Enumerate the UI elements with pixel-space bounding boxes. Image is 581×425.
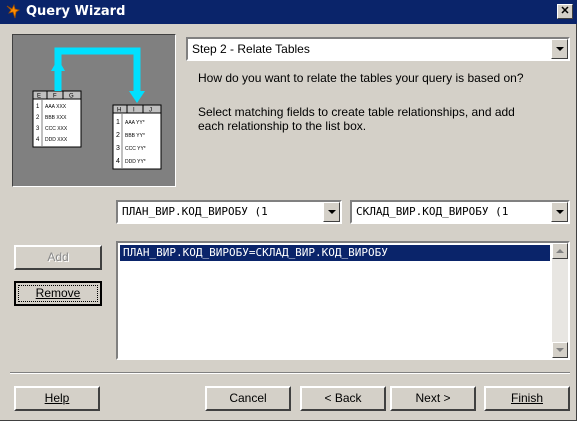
step-dropdown-value: Step 2 - Relate Tables	[192, 42, 310, 56]
separator	[10, 372, 570, 374]
svg-text:DDD YY*: DDD YY*	[125, 159, 146, 165]
remove-button[interactable]: Remove	[14, 281, 102, 306]
cancel-button[interactable]: Cancel	[205, 386, 291, 411]
svg-text:AAA XXX: AAA XXX	[45, 104, 67, 110]
query-wizard-window: Query Wizard ✕ E F G 1 AAA XXX 2 BBB XXX…	[0, 0, 577, 421]
svg-text:4: 4	[116, 158, 120, 165]
back-button[interactable]: < Back	[300, 386, 386, 411]
finish-button[interactable]: Finish	[484, 386, 570, 411]
right-table-header: H	[117, 108, 121, 114]
svg-text:F: F	[53, 94, 57, 100]
svg-text:BBB XXX: BBB XXX	[45, 115, 67, 121]
window-title: Query Wizard	[26, 4, 126, 19]
help-button[interactable]: Help	[14, 386, 100, 411]
add-button-label: Add	[47, 250, 69, 264]
next-button[interactable]: Next >	[390, 386, 476, 411]
svg-text:3: 3	[116, 145, 120, 152]
svg-text:CCC YY*: CCC YY*	[125, 146, 146, 152]
svg-text:G: G	[69, 94, 74, 100]
relationships-listbox[interactable]: ПЛАН_ВИР.КОД_ВИРОБУ=СКЛАД_ВИР.КОД_ВИРОБУ	[116, 241, 570, 360]
close-button[interactable]: ✕	[557, 4, 573, 19]
svg-text:CCC XXX: CCC XXX	[45, 126, 68, 132]
wizard-app-icon	[6, 4, 20, 19]
help-button-label: Help	[44, 391, 70, 405]
left-table-header: E	[37, 94, 41, 100]
dropdown-arrow-icon[interactable]	[551, 202, 568, 222]
svg-text:J: J	[149, 108, 152, 114]
relationship-illustration: E F G 1 AAA XXX 2 BBB XXX 3 CCC XXX 4 DD…	[12, 34, 176, 187]
left-field-dropdown[interactable]: ПЛАН_ВИР.КОД_ВИРОБУ (1	[116, 200, 342, 224]
close-icon: ✕	[560, 5, 570, 17]
svg-text:2: 2	[116, 132, 120, 139]
next-button-label: Next >	[415, 391, 451, 405]
titlebar[interactable]: Query Wizard ✕	[0, 0, 577, 24]
list-item[interactable]: ПЛАН_ВИР.КОД_ВИРОБУ=СКЛАД_ВИР.КОД_ВИРОБУ	[120, 245, 550, 261]
dropdown-arrow-icon[interactable]	[323, 202, 340, 222]
svg-text:1: 1	[116, 119, 120, 126]
svg-text:BBB YY*: BBB YY*	[125, 133, 145, 139]
dropdown-arrow-icon[interactable]	[551, 39, 568, 59]
svg-text:DDD XXX: DDD XXX	[45, 137, 68, 143]
finish-button-label: Finish	[510, 391, 543, 405]
cancel-button-label: Cancel	[229, 391, 267, 405]
vertical-scrollbar[interactable]	[552, 243, 568, 358]
instruction-line-1: Select matching fields to create table r…	[198, 105, 515, 119]
instruction-question: How do you want to relate the tables you…	[198, 71, 524, 85]
add-button[interactable]: Add	[14, 245, 102, 270]
instruction-line-2: each relationship to the list box.	[198, 119, 367, 133]
remove-button-label: Remove	[35, 286, 81, 300]
scroll-down-icon[interactable]	[552, 342, 568, 358]
left-field-value: ПЛАН_ВИР.КОД_ВИРОБУ (1	[122, 205, 268, 218]
step-dropdown[interactable]: Step 2 - Relate Tables	[186, 37, 570, 61]
scroll-up-icon[interactable]	[552, 243, 568, 259]
right-field-value: СКЛАД_ВИР.КОД_ВИРОБУ (1	[356, 205, 509, 218]
back-button-label: < Back	[324, 391, 362, 405]
right-field-dropdown[interactable]: СКЛАД_ВИР.КОД_ВИРОБУ (1	[350, 200, 570, 224]
svg-text:AAA YY*: AAA YY*	[125, 120, 145, 126]
related-tables-icon: E F G 1 AAA XXX 2 BBB XXX 3 CCC XXX 4 DD…	[32, 47, 162, 170]
